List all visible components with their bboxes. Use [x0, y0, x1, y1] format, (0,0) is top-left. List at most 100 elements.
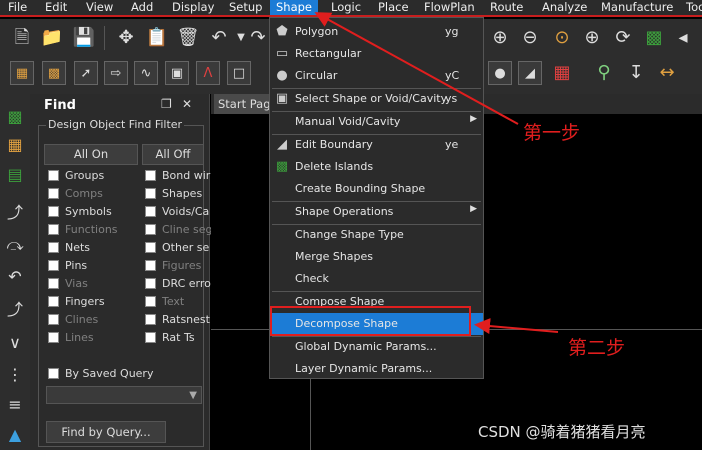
zoom-previous-icon[interactable]: ⊙	[550, 26, 574, 50]
zoom-out-icon[interactable]: ⊖	[518, 26, 542, 50]
download-icon[interactable]: ↧	[624, 61, 648, 85]
menu-view[interactable]: View	[80, 0, 119, 15]
menu-item-polygon[interactable]: ⬟ Polygon yg	[270, 21, 483, 43]
zoom-fit-icon[interactable]: ⊕	[580, 26, 604, 50]
menu-route[interactable]: Route	[484, 0, 529, 15]
chip-icon[interactable]: ▩	[42, 61, 66, 85]
chip-tool-icon[interactable]: ▦	[3, 134, 27, 156]
menu-item-rectangular[interactable]: ▭ Rectangular	[270, 43, 483, 65]
menu-edit[interactable]: Edit	[39, 0, 73, 15]
filter-checkbox[interactable]	[48, 332, 59, 343]
wire-icon[interactable]: ⤴	[3, 202, 27, 224]
saved-query-checkbox[interactable]	[48, 368, 59, 379]
menu-item-check[interactable]: Check	[270, 268, 483, 290]
redo-icon[interactable]: ↷	[246, 26, 270, 50]
board-outline-icon[interactable]: ▩	[3, 106, 27, 128]
refresh-icon[interactable]: ⟳	[611, 26, 635, 50]
delete-icon[interactable]: 🗑	[176, 26, 200, 50]
contrast-icon[interactable]: ◢	[518, 61, 542, 85]
analog-icon[interactable]: Λ	[196, 61, 220, 85]
menu-item-edit-boundary[interactable]: ◢ Edit Boundary ye	[270, 134, 483, 156]
restore-icon[interactable]: ❐	[161, 97, 172, 111]
menu-display[interactable]: Display	[166, 0, 220, 15]
filter-checkbox[interactable]	[145, 260, 156, 271]
layer-icon[interactable]: ▣	[165, 61, 189, 85]
menu-item-circular[interactable]: ● Circular yC	[270, 65, 483, 87]
all-off-button[interactable]: All Off	[142, 144, 204, 165]
waveform-icon[interactable]: ∿	[134, 61, 158, 85]
board-icon[interactable]: ▩	[642, 26, 666, 50]
bus-icon[interactable]: ⋮	[3, 364, 27, 386]
menu-flowplan[interactable]: FlowPlan	[418, 0, 481, 15]
bend-icon[interactable]: ↶	[3, 266, 27, 288]
filter-checkbox[interactable]	[48, 170, 59, 181]
filter-checkbox[interactable]	[48, 278, 59, 289]
menu-item-delete-islands[interactable]: ▩ Delete Islands	[270, 156, 483, 178]
fanout-icon[interactable]: ∨	[3, 332, 27, 354]
menu-item-merge-shapes[interactable]: Merge Shapes	[270, 246, 483, 268]
saved-query-select[interactable]: ▼	[46, 386, 202, 404]
all-on-button[interactable]: All On	[44, 144, 138, 165]
filter-label: Vias	[65, 277, 88, 290]
route-icon[interactable]: ⇨	[104, 61, 128, 85]
menu-file[interactable]: File	[2, 0, 33, 15]
filter-checkbox[interactable]	[145, 242, 156, 253]
menu-setup[interactable]: Setup	[223, 0, 268, 15]
menu-place[interactable]: Place	[372, 0, 415, 15]
submenu-arrow-icon: ▶	[470, 204, 477, 214]
filter-checkbox[interactable]	[48, 260, 59, 271]
menu-tools[interactable]: Tools	[680, 0, 702, 15]
close-icon[interactable]: ✕	[182, 97, 192, 111]
flip-icon[interactable]: ◂	[671, 26, 695, 50]
filter-checkbox[interactable]	[48, 206, 59, 217]
list-icon[interactable]: ≡	[3, 394, 27, 416]
filter-checkbox[interactable]	[145, 332, 156, 343]
pin-icon[interactable]: ▲	[3, 424, 27, 446]
new-file-icon[interactable]: 🗎	[10, 26, 34, 50]
menu-item-global-dynamic-params[interactable]: Global Dynamic Params...	[270, 336, 483, 358]
circle-fill-icon[interactable]: ●	[488, 61, 512, 85]
copy-icon[interactable]: 📋	[145, 26, 169, 50]
filter-checkbox[interactable]	[48, 296, 59, 307]
menu-logic[interactable]: Logic	[325, 0, 367, 15]
filter-checkbox[interactable]	[145, 224, 156, 235]
save-icon[interactable]: 💾	[72, 26, 96, 50]
filter-checkbox[interactable]	[48, 242, 59, 253]
filter-label: Comps	[65, 187, 103, 200]
filter-checkbox[interactable]	[145, 296, 156, 307]
filter-checkbox[interactable]	[145, 170, 156, 181]
select-cursor-icon[interactable]: ➚	[74, 61, 98, 85]
filter-checkbox[interactable]	[145, 278, 156, 289]
menu-item-layer-dynamic-params[interactable]: Layer Dynamic Params...	[270, 358, 483, 380]
rectangle-tool-icon[interactable]: □	[227, 61, 251, 85]
undo-icon[interactable]: ↶	[207, 26, 231, 50]
filter-checkbox[interactable]	[48, 188, 59, 199]
filter-label: Ratsnest	[162, 313, 210, 326]
filter-checkbox[interactable]	[48, 314, 59, 325]
move-icon[interactable]: ✥	[114, 26, 138, 50]
zoom-in-icon[interactable]: ⊕	[488, 26, 512, 50]
menu-item-shape-operations[interactable]: Shape Operations ▶	[270, 201, 483, 223]
filter-checkbox[interactable]	[145, 188, 156, 199]
connector-icon[interactable]: ▤	[3, 164, 27, 186]
filter-label: Bond wir	[162, 169, 211, 182]
branch-icon[interactable]: ⤼	[3, 234, 27, 256]
find-by-query-button[interactable]: Find by Query...	[46, 421, 166, 443]
filter-checkbox[interactable]	[145, 314, 156, 325]
grid-icon[interactable]: ▦	[550, 61, 574, 85]
measure-icon[interactable]: ↔	[655, 61, 679, 85]
menu-item-change-shape-type[interactable]: Change Shape Type	[270, 224, 483, 246]
component-icon[interactable]: ▦	[10, 61, 34, 85]
menu-add[interactable]: Add	[125, 0, 159, 15]
open-folder-icon[interactable]: 📁	[40, 26, 64, 50]
filter-checkbox[interactable]	[145, 206, 156, 217]
filter-checkbox[interactable]	[48, 224, 59, 235]
menu-manufacture[interactable]: Manufacture	[595, 0, 679, 15]
menu-item-select-shape[interactable]: ▣ Select Shape or Void/Cavity ys	[270, 88, 483, 110]
menu-item-manual-void[interactable]: Manual Void/Cavity ▶	[270, 111, 483, 133]
trace-icon[interactable]: ⤴	[3, 299, 27, 321]
menu-item-create-bounding-shape[interactable]: Create Bounding Shape	[270, 178, 483, 200]
menu-shape[interactable]: Shape	[270, 0, 319, 15]
menu-analyze[interactable]: Analyze	[536, 0, 593, 15]
zoom-search-icon[interactable]: ⚲	[592, 61, 616, 85]
